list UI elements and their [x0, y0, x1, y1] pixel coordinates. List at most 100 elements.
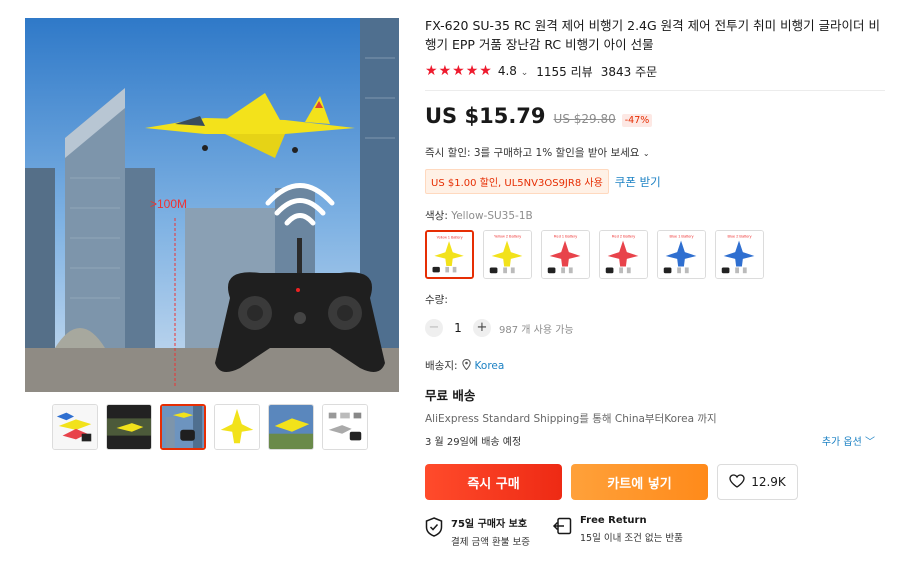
color-option-5[interactable]: Blue 1 Battery [657, 230, 706, 279]
color-option-tag: Yellow 1 Battery [436, 235, 462, 239]
battery-icon [684, 267, 689, 274]
buyer-protection-subtitle: 결제 금액 환불 보증 [451, 537, 530, 548]
location-pin-icon [461, 358, 471, 373]
star-icon: ★ [452, 63, 465, 79]
color-option-1[interactable]: Yellow 1 Battery [425, 230, 474, 279]
battery-icon [568, 267, 573, 274]
buy-now-button[interactable]: 즉시 구매 [425, 464, 562, 500]
buyer-protection-title: 75일 구매자 보호 [451, 519, 528, 530]
color-option-tag: Blue 1 Battery [669, 235, 693, 239]
get-coupon-link[interactable]: 쿠폰 받기 [615, 174, 661, 190]
color-option-image: Blue 1 Battery [658, 231, 705, 278]
thumbnail-2[interactable] [106, 404, 152, 450]
rating-value: 4.8 [497, 64, 517, 78]
color-option-tag: Red 2 Battery [612, 235, 635, 239]
coupon-row: US $1.00 할인, UL5NV3OS9JR8 사용 쿠폰 받기 [425, 169, 885, 194]
increase-quantity-button[interactable]: + [473, 319, 491, 337]
color-label: 색상: Yellow-SU35-1B [425, 208, 885, 223]
battery-icon [626, 267, 631, 274]
star-icon: ★ [425, 63, 438, 79]
controller-icon [489, 267, 498, 274]
current-price: US $15.79 [425, 104, 546, 128]
guarantees-row: 75일 구매자 보호 결제 금액 환불 보증 Free Return 15일 이… [425, 515, 885, 548]
reviews-link[interactable]: 1155 리뷰 [536, 63, 592, 80]
color-option-image: Red 1 Battery [542, 231, 589, 278]
color-option-image: Red 2 Battery [600, 231, 647, 278]
color-option-image: Blue 2 Battery [716, 231, 763, 278]
color-option-4[interactable]: Red 2 Battery [599, 230, 648, 279]
rating-stars: ★ ★ ★ ★ ★ [425, 64, 492, 78]
color-option-tag: Red 1 Battery [554, 235, 577, 239]
controller-icon [547, 267, 556, 274]
product-main-image[interactable]: >100M [25, 18, 399, 392]
shield-check-icon [425, 515, 443, 541]
heart-icon [729, 473, 745, 491]
instant-discount-dropdown[interactable]: 즉시 할인: 3를 구매하고 1% 할인을 받아 보세요 ⌄ [425, 145, 885, 160]
free-shipping-heading: 무료 배송 [425, 388, 476, 403]
controller-icon [663, 267, 672, 274]
price-row: US $15.79 US $29.80 -47% [425, 104, 885, 132]
shipping-method-text: AliExpress Standard Shipping를 통해 China부터… [425, 413, 717, 425]
star-icon: ★ [465, 63, 479, 79]
battery-icon [619, 267, 624, 274]
discount-badge: -47% [621, 114, 653, 127]
original-price: US $29.80 [553, 112, 616, 126]
quantity-label: 수량: [425, 294, 448, 306]
thumbnail-image [162, 406, 204, 448]
free-return[interactable]: Free Return 15일 이내 조건 없는 반품 [552, 515, 683, 548]
color-option-6[interactable]: Blue 2 Battery [715, 230, 764, 279]
buyer-protection[interactable]: 75일 구매자 보호 결제 금액 환불 보증 [425, 515, 530, 548]
color-option-2[interactable]: Yellow 2 Battery [483, 230, 532, 279]
battery-icon [742, 267, 747, 274]
thumbnail-4[interactable] [214, 404, 260, 450]
delivery-estimate: 3 월 29일에 배송 예정 [425, 437, 522, 448]
instant-discount-text: 즉시 할인: 3를 구매하고 1% 할인을 받아 보세요 [425, 147, 640, 159]
controller-icon [432, 266, 440, 273]
more-shipping-options-link[interactable]: 추가 옵션 ﹀ [822, 433, 875, 448]
thumbnail-image [53, 405, 97, 449]
color-option-tag: Blue 2 Battery [727, 235, 751, 239]
more-options-label: 추가 옵션 [821, 437, 862, 448]
return-arrow-icon [552, 515, 572, 539]
wishlist-count: 12.9K [751, 475, 786, 489]
thumbnail-5[interactable] [268, 404, 314, 450]
battery-icon [510, 267, 515, 274]
thumbnail-6[interactable] [322, 404, 368, 450]
product-title: FX-620 SU-35 RC 원격 제어 비행기 2.4G 원격 제어 전투기… [425, 18, 881, 52]
battery-icon [503, 267, 508, 274]
star-icon: ★ [438, 63, 452, 79]
thumbnail-image [107, 405, 151, 449]
thumbnail-1[interactable] [52, 404, 98, 450]
color-swatch-list: Yellow 1 Battery Yellow 2 Battery Red 1 Ba… [425, 230, 885, 279]
wishlist-button[interactable]: 12.9K [717, 464, 798, 500]
product-photo: >100M [25, 18, 399, 392]
battery-icon [445, 266, 450, 273]
quantity-stepper: − 1 + 987 개 사용 가능 [425, 319, 885, 337]
chevron-down-icon: ﹀ [865, 437, 875, 448]
color-option-tag: Yellow 2 Battery [494, 235, 521, 239]
star-icon: ★ [479, 63, 492, 79]
color-option-3[interactable]: Red 1 Battery [541, 230, 590, 279]
product-info-panel: FX-620 SU-35 RC 원격 제어 비행기 2.4G 원격 제어 전투기… [425, 16, 885, 548]
thumbnail-image [323, 405, 367, 449]
thumbnail-3-selected[interactable] [160, 404, 206, 450]
color-label-text: 색상: [425, 210, 448, 222]
distance-label: >100M [150, 197, 187, 211]
ship-to-country-link[interactable]: Korea [475, 360, 505, 372]
ship-to-label: 배송지: [425, 360, 458, 372]
coupon-code-badge: US $1.00 할인, UL5NV3OS9JR8 사용 [425, 169, 609, 194]
rating-dropdown[interactable]: 4.8 ⌄ [498, 64, 528, 78]
free-return-subtitle: 15일 이내 조건 없는 반품 [579, 533, 683, 544]
decrease-quantity-button[interactable]: − [425, 319, 443, 337]
chevron-down-icon: ⌄ [520, 68, 529, 78]
stock-available: 987 개 사용 가능 [499, 324, 574, 336]
add-to-cart-button[interactable]: 카트에 넣기 [571, 464, 708, 500]
divider [425, 90, 885, 91]
quantity-value[interactable]: 1 [443, 321, 473, 335]
battery-icon [452, 266, 457, 273]
shipping-eta-row: 3 월 29일에 배송 예정 추가 옵션 ﹀ [425, 433, 885, 448]
rating-row: ★ ★ ★ ★ ★ 4.8 ⌄ 1155 리뷰 3843 주문 [425, 62, 885, 80]
battery-icon [677, 267, 682, 274]
controller-icon [721, 267, 730, 274]
controller-icon [605, 267, 614, 274]
